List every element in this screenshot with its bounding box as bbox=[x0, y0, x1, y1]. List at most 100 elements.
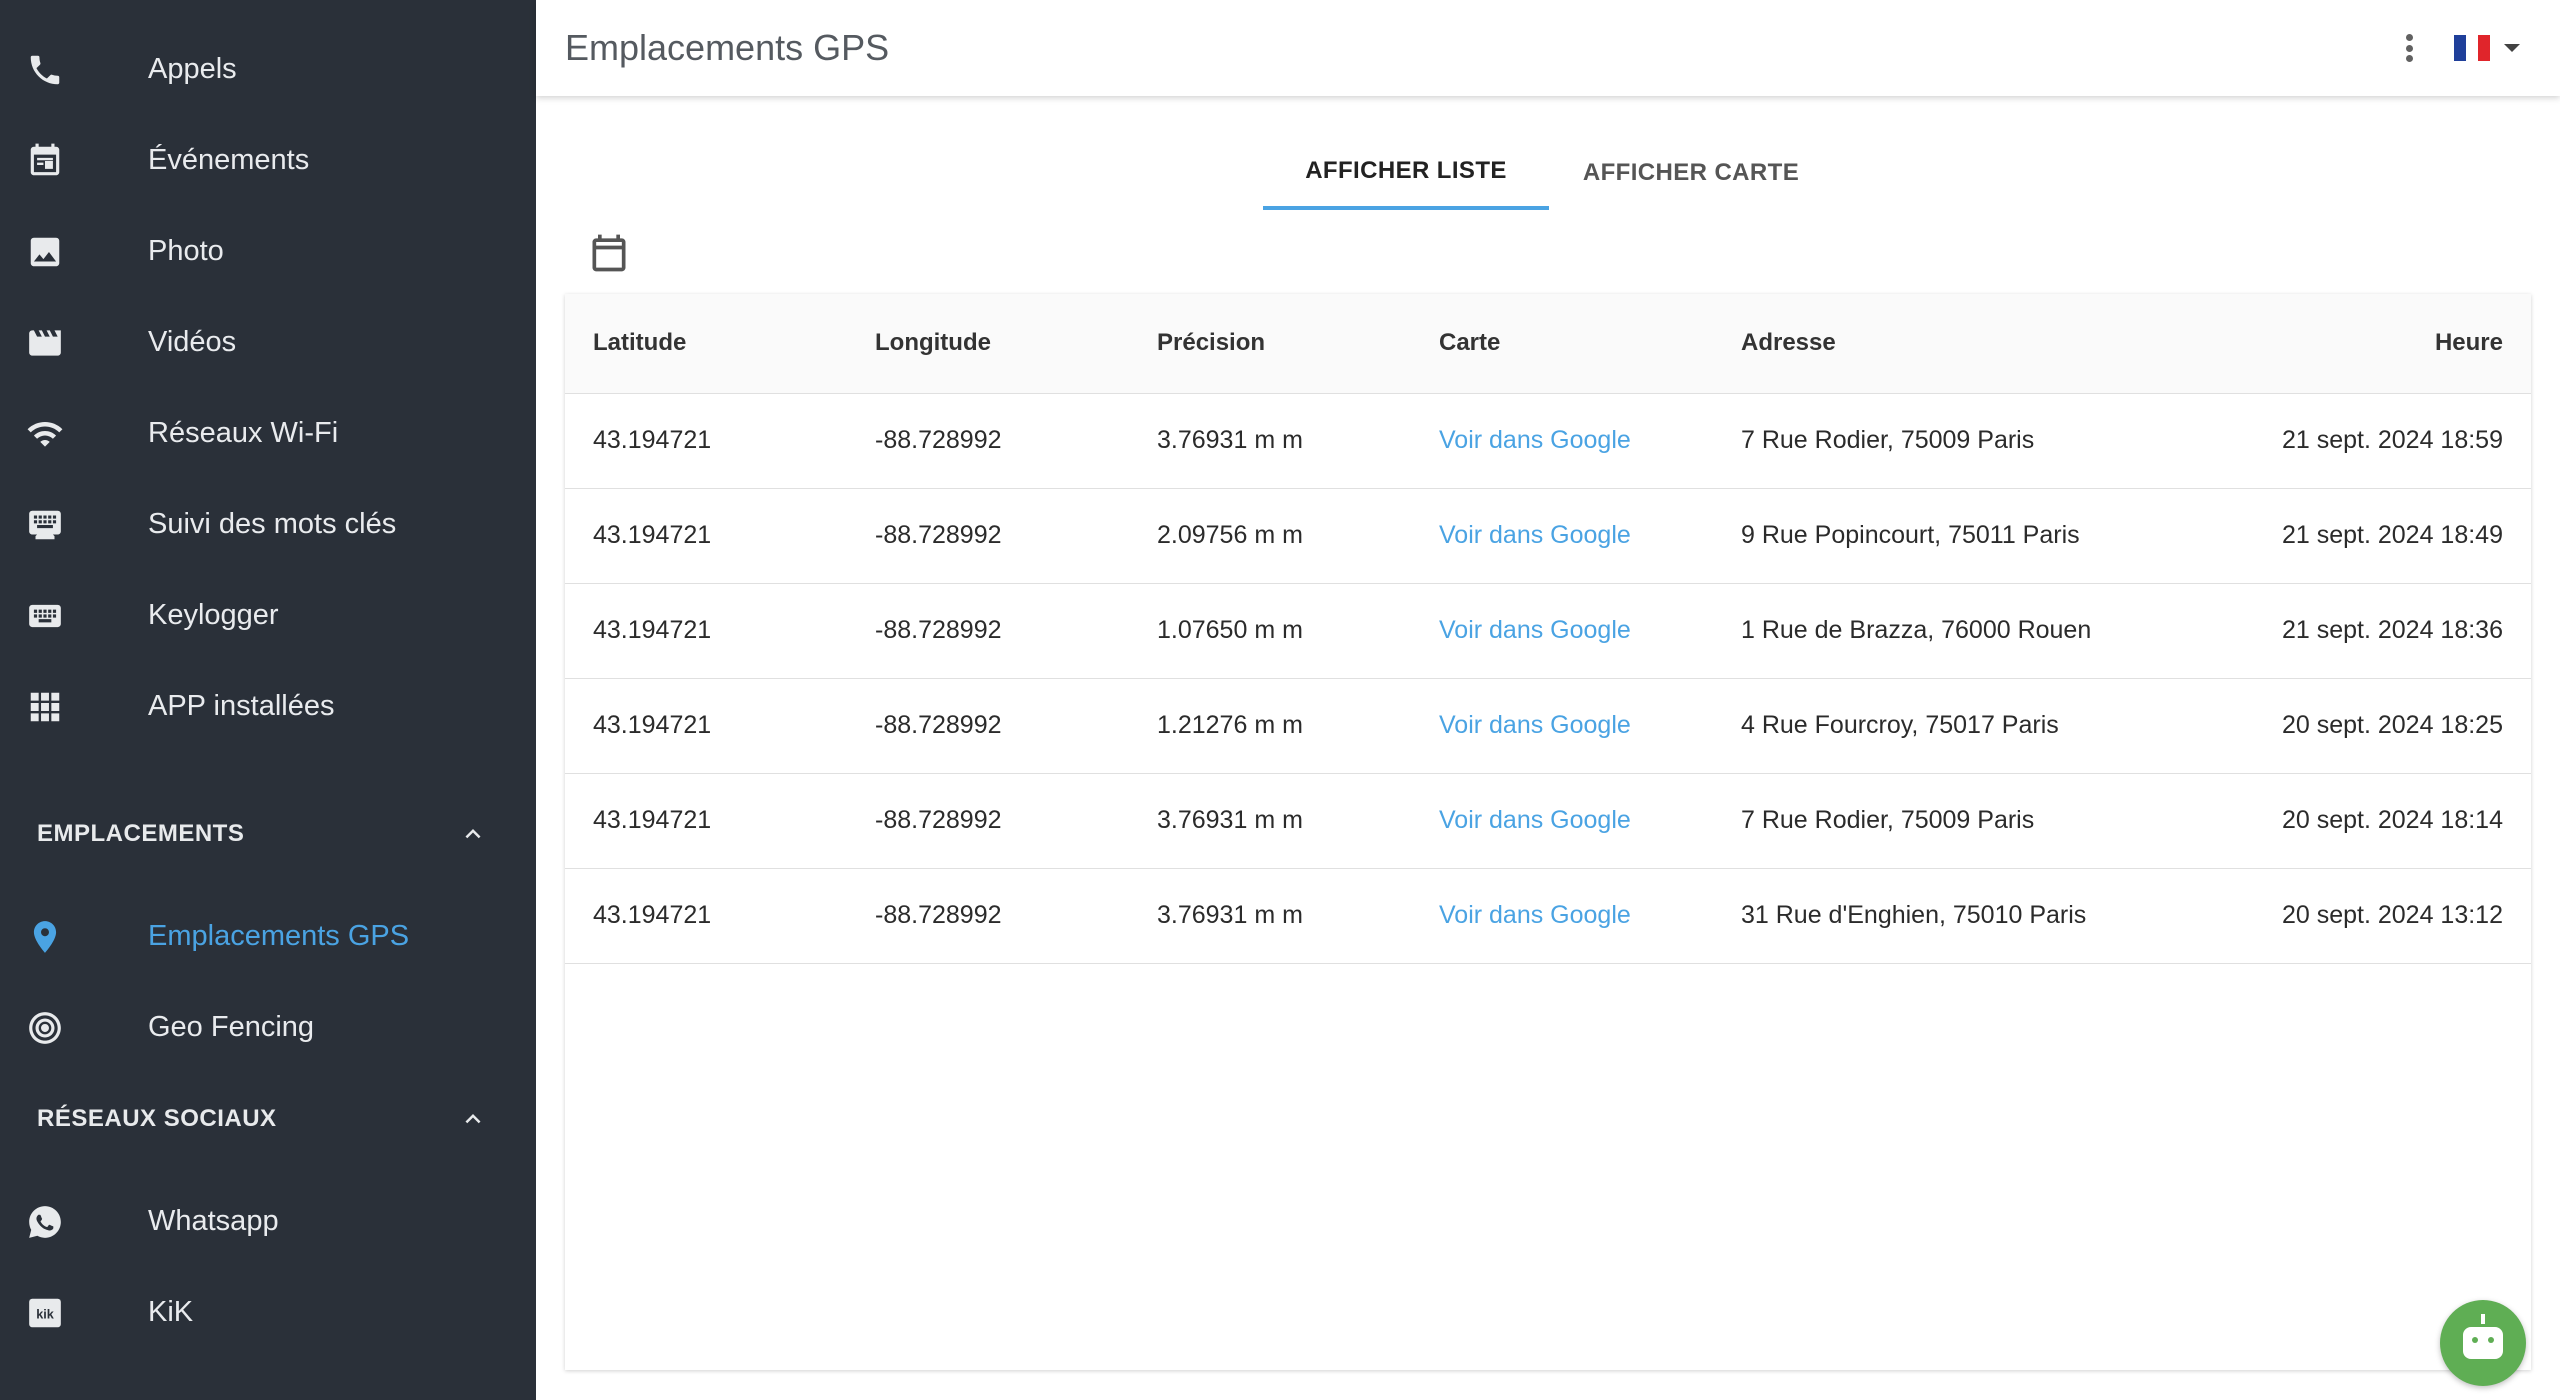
whatsapp-icon bbox=[26, 1203, 64, 1241]
cell-longitude: -88.728992 bbox=[847, 868, 1129, 964]
more-vert-icon[interactable] bbox=[2394, 28, 2424, 68]
chatbot-button[interactable] bbox=[2440, 1300, 2526, 1386]
google-maps-link[interactable]: Voir dans Google bbox=[1439, 521, 1631, 549]
cell-carte: Voir dans Google bbox=[1411, 583, 1713, 679]
location-pin-icon bbox=[26, 918, 64, 956]
cell-latitude: 43.194721 bbox=[565, 678, 847, 774]
kik-icon: kik bbox=[26, 1294, 64, 1332]
cell-precision: 3.76931 m m bbox=[1129, 773, 1411, 869]
cell-precision: 3.76931 m m bbox=[1129, 393, 1411, 489]
movie-icon bbox=[26, 324, 64, 362]
cell-longitude: -88.728992 bbox=[847, 583, 1129, 679]
sidebar-item-photo[interactable]: Photo bbox=[0, 206, 536, 297]
sidebar-item-label: KiK bbox=[148, 1296, 194, 1328]
sidebar-item-emplacements-gps[interactable]: Emplacements GPS bbox=[0, 891, 536, 982]
cell-longitude: -88.728992 bbox=[847, 678, 1129, 774]
column-header-longitude[interactable]: Longitude bbox=[847, 294, 1129, 394]
sidebar-item-whatsapp[interactable]: Whatsapp bbox=[0, 1176, 536, 1267]
keyboard-icon bbox=[26, 597, 64, 635]
section-title: RÉSEAUX SOCIAUX bbox=[37, 1104, 277, 1132]
column-header-carte[interactable]: Carte bbox=[1411, 294, 1713, 394]
section-header-emplacements[interactable]: EMPLACEMENTS bbox=[0, 788, 536, 879]
sidebar-item-label: Geo Fencing bbox=[148, 1011, 315, 1043]
cell-adresse: 7 Rue Rodier, 75009 Paris bbox=[1713, 393, 2186, 489]
column-header-precision[interactable]: Précision bbox=[1129, 294, 1411, 394]
google-maps-link[interactable]: Voir dans Google bbox=[1439, 426, 1631, 454]
french-flag-icon[interactable] bbox=[2454, 35, 2490, 61]
cell-carte: Voir dans Google bbox=[1411, 868, 1713, 964]
sidebar-item-label: Keylogger bbox=[148, 599, 279, 631]
google-maps-link[interactable]: Voir dans Google bbox=[1439, 806, 1631, 834]
sidebar-item-keywords[interactable]: Suivi des mots clés bbox=[0, 479, 536, 570]
cell-adresse: 9 Rue Popincourt, 75011 Paris bbox=[1713, 488, 2186, 584]
sidebar-item-label: Réseaux Wi-Fi bbox=[148, 417, 339, 449]
sidebar-item-geo-fencing[interactable]: Geo Fencing bbox=[0, 982, 536, 1073]
chevron-down-icon[interactable] bbox=[2504, 44, 2520, 52]
view-tabs: AFFICHER LISTE AFFICHER CARTE bbox=[536, 96, 2560, 210]
sidebar-item-label: Whatsapp bbox=[148, 1205, 279, 1237]
cell-precision: 3.76931 m m bbox=[1129, 868, 1411, 964]
image-icon bbox=[26, 233, 64, 271]
sidebar-item-keylogger[interactable]: Keylogger bbox=[0, 570, 536, 661]
google-maps-link[interactable]: Voir dans Google bbox=[1439, 711, 1631, 739]
wifi-icon bbox=[26, 415, 64, 453]
sidebar-item-evenements[interactable]: Événements bbox=[0, 115, 536, 206]
column-header-latitude[interactable]: Latitude bbox=[565, 294, 847, 394]
cell-carte: Voir dans Google bbox=[1411, 488, 1713, 584]
cell-carte: Voir dans Google bbox=[1411, 393, 1713, 489]
sidebar-item-appels[interactable]: Appels bbox=[0, 24, 536, 115]
section-title: EMPLACEMENTS bbox=[37, 819, 245, 847]
sidebar-item-label: Appels bbox=[148, 53, 237, 85]
column-header-adresse[interactable]: Adresse bbox=[1713, 294, 2186, 394]
cell-heure: 20 sept. 2024 18:14 bbox=[2185, 773, 2531, 869]
calendar-icon[interactable] bbox=[584, 228, 634, 278]
phone-icon bbox=[26, 51, 64, 89]
sidebar-item-label: Événements bbox=[148, 144, 310, 176]
cell-heure: 21 sept. 2024 18:59 bbox=[2185, 393, 2531, 489]
robot-antenna bbox=[2481, 1314, 2485, 1324]
cell-latitude: 43.194721 bbox=[565, 868, 847, 964]
table-row: 43.194721 -88.728992 1.07650 m m Voir da… bbox=[565, 583, 2531, 679]
topbar-actions bbox=[2394, 28, 2520, 68]
google-maps-link[interactable]: Voir dans Google bbox=[1439, 901, 1631, 929]
robot-icon bbox=[2463, 1327, 2503, 1359]
cell-carte: Voir dans Google bbox=[1411, 773, 1713, 869]
google-maps-link[interactable]: Voir dans Google bbox=[1439, 616, 1631, 644]
cell-longitude: -88.728992 bbox=[847, 488, 1129, 584]
column-header-heure[interactable]: Heure bbox=[2185, 294, 2531, 394]
gps-locations-table: Latitude Longitude Précision Carte Adres… bbox=[565, 294, 2531, 964]
tab-afficher-carte[interactable]: AFFICHER CARTE bbox=[1549, 136, 1833, 210]
page-content: AFFICHER LISTE AFFICHER CARTE Latitude L… bbox=[536, 96, 2560, 1400]
sidebar-item-label: Emplacements GPS bbox=[148, 920, 410, 952]
sidebar-item-apps[interactable]: APP installées bbox=[0, 661, 536, 752]
top-app-bar: Emplacements GPS bbox=[536, 0, 2560, 96]
target-icon bbox=[26, 1009, 64, 1047]
tab-afficher-liste[interactable]: AFFICHER LISTE bbox=[1263, 136, 1549, 210]
cell-carte: Voir dans Google bbox=[1411, 678, 1713, 774]
table-row: 43.194721 -88.728992 3.76931 m m Voir da… bbox=[565, 868, 2531, 964]
sidebar-item-label: Photo bbox=[148, 235, 224, 267]
cell-adresse: 31 Rue d'Enghien, 75010 Paris bbox=[1713, 868, 2186, 964]
cell-longitude: -88.728992 bbox=[847, 773, 1129, 869]
cell-adresse: 7 Rue Rodier, 75009 Paris bbox=[1713, 773, 2186, 869]
sidebar-item-label: Suivi des mots clés bbox=[148, 508, 397, 540]
sidebar-item-label: Vidéos bbox=[148, 326, 237, 358]
table-row: 43.194721 -88.728992 2.09756 m m Voir da… bbox=[565, 488, 2531, 584]
table-header-row: Latitude Longitude Précision Carte Adres… bbox=[565, 294, 2531, 394]
sidebar-item-wifi[interactable]: Réseaux Wi-Fi bbox=[0, 388, 536, 479]
cell-heure: 21 sept. 2024 18:49 bbox=[2185, 488, 2531, 584]
sidebar-item-kik[interactable]: kik KiK bbox=[0, 1267, 536, 1358]
calendar-event-icon bbox=[26, 142, 64, 180]
svg-text:kik: kik bbox=[36, 1307, 55, 1321]
cell-latitude: 43.194721 bbox=[565, 488, 847, 584]
chevron-up-icon bbox=[465, 828, 481, 838]
table-row: 43.194721 -88.728992 3.76931 m m Voir da… bbox=[565, 393, 2531, 489]
table-row: 43.194721 -88.728992 1.21276 m m Voir da… bbox=[565, 678, 2531, 774]
keyboard-monitor-icon bbox=[26, 506, 64, 544]
cell-heure: 20 sept. 2024 13:12 bbox=[2185, 868, 2531, 964]
sidebar-item-videos[interactable]: Vidéos bbox=[0, 297, 536, 388]
cell-latitude: 43.194721 bbox=[565, 773, 847, 869]
section-header-reseaux-sociaux[interactable]: RÉSEAUX SOCIAUX bbox=[0, 1073, 536, 1164]
